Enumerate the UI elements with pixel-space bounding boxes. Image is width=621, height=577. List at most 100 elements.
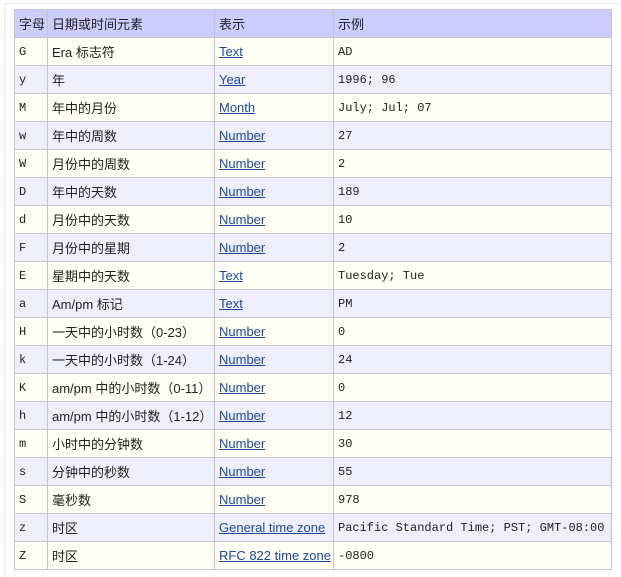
cell-element: 星期中的天数 [47,261,215,290]
cell-example: 2 [333,233,612,262]
presentation-link[interactable]: RFC 822 time zone [219,548,331,563]
presentation-link[interactable]: Year [219,72,245,87]
cell-letter: d [14,205,48,234]
cell-letter: Z [14,541,48,570]
cell-example: 27 [333,121,612,150]
presentation-link[interactable]: General time zone [219,520,325,535]
presentation-link[interactable]: Number [219,352,265,367]
cell-example: 189 [333,177,612,206]
header-example: 示例 [333,9,612,38]
cell-element: am/pm 中的小时数（1-12） [47,401,215,430]
cell-letter: K [14,373,48,402]
presentation-link[interactable]: Month [219,100,255,115]
presentation-link[interactable]: Number [219,380,265,395]
presentation-link[interactable]: Number [219,464,265,479]
cell-presentation: RFC 822 time zone [214,541,334,570]
cell-example: Tuesday; Tue [333,261,612,290]
table-row: d 月份中的天数 Number 10 [14,205,612,234]
cell-presentation: Number [214,429,334,458]
presentation-link[interactable]: Text [219,44,243,59]
presentation-link[interactable]: Text [219,268,243,283]
cell-example: 0 [333,317,612,346]
presentation-link[interactable]: Number [219,184,265,199]
cell-example: 12 [333,401,612,430]
cell-letter: M [14,93,48,122]
cell-letter: F [14,233,48,262]
table-row: F 月份中的星期 Number 2 [14,233,612,262]
cell-presentation: Number [214,177,334,206]
cell-presentation: General time zone [214,513,334,542]
cell-example: 2 [333,149,612,178]
table-row: D 年中的天数 Number 189 [14,177,612,206]
cell-letter: D [14,177,48,206]
cell-element: 年中的月份 [47,93,215,122]
cell-letter: a [14,289,48,318]
cell-element: 年 [47,65,215,94]
cell-example: AD [333,37,612,66]
cell-element: 月份中的星期 [47,233,215,262]
cell-letter: E [14,261,48,290]
cell-letter: H [14,317,48,346]
cell-letter: W [14,149,48,178]
cell-element: 年中的周数 [47,121,215,150]
cell-letter: G [14,37,48,66]
cell-presentation: Text [214,261,334,290]
cell-example: PM [333,289,612,318]
cell-example: Pacific Standard Time; PST; GMT-08:00 [333,513,612,542]
presentation-link[interactable]: Number [219,324,265,339]
cell-example: 24 [333,345,612,374]
presentation-link[interactable]: Number [219,408,265,423]
presentation-link[interactable]: Number [219,492,265,507]
cell-element: 毫秒数 [47,485,215,514]
table-row: W 月份中的周数 Number 2 [14,149,612,178]
cell-presentation: Number [214,121,334,150]
table-row: y 年 Year 1996; 96 [14,65,612,94]
cell-presentation: Number [214,457,334,486]
table-row: Z 时区 RFC 822 time zone -0800 [14,541,612,570]
table-row: s 分钟中的秒数 Number 55 [14,457,612,486]
presentation-link[interactable]: Number [219,128,265,143]
cell-example: July; Jul; 07 [333,93,612,122]
table-row: S 毫秒数 Number 978 [14,485,612,514]
cell-example: 978 [333,485,612,514]
cell-example: 30 [333,429,612,458]
cell-presentation: Text [214,289,334,318]
cell-presentation: Number [214,373,334,402]
table-row: E 星期中的天数 Text Tuesday; Tue [14,261,612,290]
cell-presentation: Number [214,149,334,178]
cell-presentation: Text [214,37,334,66]
cell-presentation: Number [214,205,334,234]
table-row: H 一天中的小时数（0-23） Number 0 [14,317,612,346]
cell-element: 分钟中的秒数 [47,457,215,486]
cell-element: 年中的天数 [47,177,215,206]
header-presentation: 表示 [214,9,334,38]
presentation-link[interactable]: Text [219,296,243,311]
table-row: w 年中的周数 Number 27 [14,121,612,150]
cell-letter: y [14,65,48,94]
table-row: m 小时中的分钟数 Number 30 [14,429,612,458]
cell-presentation: Year [214,65,334,94]
cell-letter: m [14,429,48,458]
cell-element: Era 标志符 [47,37,215,66]
header-letter: 字母 [14,9,48,38]
table-row: Kam/pm 中的小时数（0-11） Number 0 [14,373,612,402]
cell-example: 55 [333,457,612,486]
presentation-link[interactable]: Number [219,156,265,171]
table-row: a Am/pm 标记 Text PM [14,289,612,318]
cell-element: 一天中的小时数（1-24） [47,345,215,374]
cell-example: 0 [333,373,612,402]
presentation-link[interactable]: Number [219,212,265,227]
table-body: G Era 标志符 Text AD y 年 Year 1996; 96 M 年中的月份 Month J… [14,37,612,570]
cell-letter: z [14,513,48,542]
cell-presentation: Number [214,233,334,262]
presentation-link[interactable]: Number [219,436,265,451]
cell-element: 小时中的分钟数 [47,429,215,458]
cell-element: 时区 [47,541,215,570]
cell-element: 时区 [47,513,215,542]
cell-presentation: Number [214,485,334,514]
cell-letter: k [14,345,48,374]
cell-letter: w [14,121,48,150]
presentation-link[interactable]: Number [219,240,265,255]
table-row: k 一天中的小时数（1-24） Number 24 [14,345,612,374]
date-format-pattern-table: 字母 日期或时间元素 表示 示例 G Era 标志符 Text AD y 年 Year 199… [14,9,612,570]
